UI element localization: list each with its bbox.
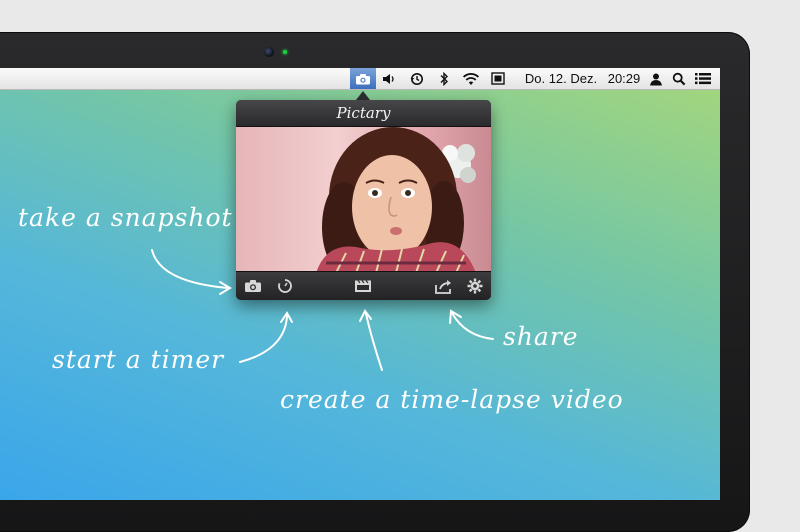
- pictary-popup: Pictary: [236, 100, 491, 300]
- settings-button[interactable]: [464, 276, 486, 296]
- menu-bar: Do. 12. Dez. 20:29: [0, 68, 720, 90]
- timelapse-button[interactable]: [352, 276, 374, 296]
- film-icon: [355, 280, 371, 292]
- menubar-date[interactable]: Do. 12. Dez.: [516, 68, 606, 89]
- share-icon: [435, 279, 451, 294]
- snapshot-button[interactable]: [242, 276, 264, 296]
- timer-button[interactable]: [274, 276, 296, 296]
- user-icon[interactable]: [647, 68, 665, 89]
- desktop-screen: Do. 12. Dez. 20:29 Pictary: [0, 68, 720, 500]
- popup-arrow: [356, 91, 370, 100]
- menubar-time[interactable]: 20:29: [604, 68, 644, 89]
- webcam: [264, 47, 274, 57]
- annotation-snapshot: take a snapshot: [18, 203, 233, 232]
- search-icon[interactable]: [670, 68, 688, 89]
- time-machine-icon[interactable]: [408, 68, 426, 89]
- popup-title: Pictary: [236, 100, 491, 127]
- volume-icon[interactable]: [380, 68, 398, 89]
- gear-icon: [467, 278, 483, 294]
- annotation-timelapse: create a time-lapse video: [280, 385, 624, 414]
- list-icon[interactable]: [693, 68, 713, 89]
- camera-icon: [245, 280, 261, 292]
- wifi-icon[interactable]: [461, 68, 481, 89]
- timer-icon: [278, 279, 292, 293]
- pictary-menu-camera-icon[interactable]: [350, 68, 376, 89]
- bluetooth-icon[interactable]: [436, 68, 452, 89]
- annotation-timer: start a timer: [52, 345, 225, 374]
- webcam-led: [283, 50, 287, 54]
- display-icon[interactable]: [489, 68, 507, 89]
- camera-preview: [236, 127, 491, 273]
- annotation-share: share: [503, 322, 579, 351]
- share-button[interactable]: [433, 276, 455, 296]
- popup-toolbar: [236, 271, 491, 300]
